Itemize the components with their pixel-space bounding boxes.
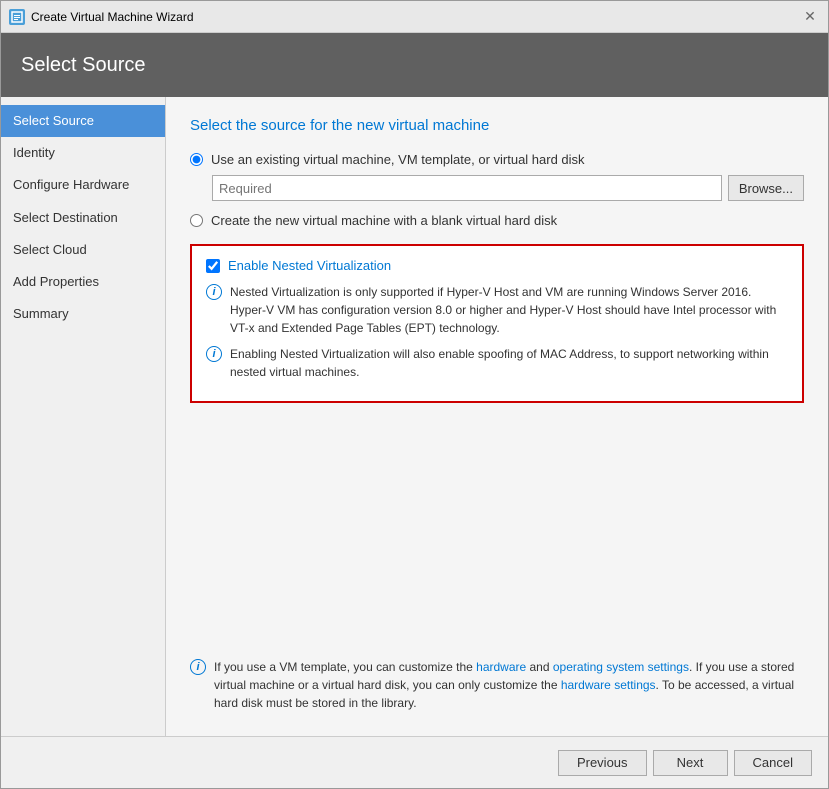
nested-virt-label[interactable]: Enable Nested Virtualization <box>228 258 391 273</box>
link-os: operating system settings <box>553 660 689 674</box>
nested-virt-checkbox[interactable] <box>206 259 220 273</box>
cancel-button[interactable]: Cancel <box>734 750 812 776</box>
bottom-info-icon: i <box>190 659 206 675</box>
page-title: Select Source <box>21 54 146 77</box>
title-bar: Create Virtual Machine Wizard ✕ <box>1 1 828 33</box>
sidebar-item-select-source[interactable]: Select Source <box>1 105 165 137</box>
sidebar: Select Source Identity Configure Hardwar… <box>1 97 166 736</box>
sidebar-item-add-properties[interactable]: Add Properties <box>1 266 165 298</box>
sidebar-item-identity[interactable]: Identity <box>1 137 165 169</box>
page-header: Select Source <box>1 33 828 97</box>
bottom-info-block: i If you use a VM template, you can cust… <box>190 646 804 716</box>
info2-icon: i <box>206 346 222 362</box>
sidebar-item-select-cloud[interactable]: Select Cloud <box>1 234 165 266</box>
radio-option1-row: Use an existing virtual machine, VM temp… <box>190 152 804 167</box>
window-icon <box>9 9 25 25</box>
window-title: Create Virtual Machine Wizard <box>31 10 800 24</box>
previous-button[interactable]: Previous <box>558 750 647 776</box>
bottom-info-text: If you use a VM template, you can custom… <box>214 658 804 712</box>
next-button[interactable]: Next <box>653 750 728 776</box>
sidebar-item-summary[interactable]: Summary <box>1 298 165 330</box>
browse-button[interactable]: Browse... <box>728 175 804 201</box>
source-input[interactable] <box>212 175 722 201</box>
radio-existing[interactable] <box>190 153 203 166</box>
radio-option1-label[interactable]: Use an existing virtual machine, VM temp… <box>211 152 585 167</box>
nested-virt-box: Enable Nested Virtualization i Nested Vi… <box>190 244 804 403</box>
source-field-row: Browse... <box>212 175 804 201</box>
info1-icon: i <box>206 284 222 300</box>
sidebar-item-configure-hardware[interactable]: Configure Hardware <box>1 169 165 201</box>
wizard-window: Create Virtual Machine Wizard ✕ Select S… <box>0 0 829 789</box>
nested-virt-info1-block: i Nested Virtualization is only supporte… <box>206 283 788 337</box>
link-hardware: hardware <box>476 660 526 674</box>
section-heading: Select the source for the new virtual ma… <box>190 117 804 134</box>
link-hardware2: hardware settings <box>561 678 656 692</box>
radio-blank[interactable] <box>190 214 203 227</box>
nested-virt-checkbox-row: Enable Nested Virtualization <box>206 258 788 273</box>
footer: Previous Next Cancel <box>1 736 828 788</box>
radio-option2-row: Create the new virtual machine with a bl… <box>190 213 804 228</box>
close-button[interactable]: ✕ <box>800 7 820 27</box>
nested-virt-info1: Nested Virtualization is only supported … <box>230 283 788 337</box>
content-area: Select Source Identity Configure Hardwar… <box>1 97 828 736</box>
radio-option2-label[interactable]: Create the new virtual machine with a bl… <box>211 213 557 228</box>
nested-virt-info2: Enabling Nested Virtualization will also… <box>230 345 788 381</box>
nested-virt-info2-block: i Enabling Nested Virtualization will al… <box>206 345 788 381</box>
sidebar-item-select-destination[interactable]: Select Destination <box>1 202 165 234</box>
main-content: Select the source for the new virtual ma… <box>166 97 828 736</box>
